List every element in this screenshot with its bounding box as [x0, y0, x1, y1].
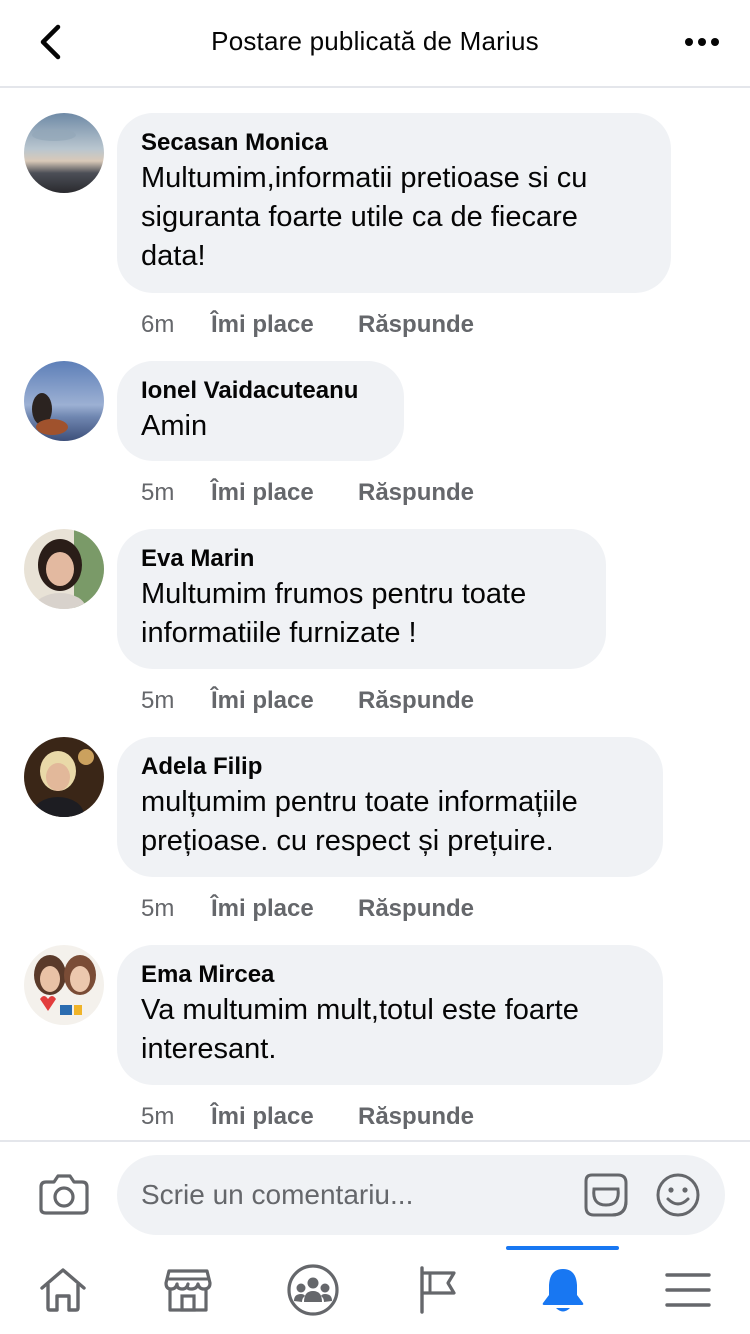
tab-notifications[interactable] — [500, 1246, 625, 1334]
comment-text-line: mulțumim pentru toate informațiile — [141, 786, 578, 818]
comment-bubble: Eva Marin Multumim frumos pentru toate i… — [117, 529, 606, 669]
groups-icon — [286, 1264, 339, 1316]
menu-icon — [664, 1273, 711, 1307]
comment-time: 5m — [141, 687, 175, 714]
comment-time: 5m — [141, 479, 175, 506]
like-button[interactable]: Îmi place — [211, 686, 358, 716]
comment-input[interactable]: Scrie un comentariu... — [117, 1155, 725, 1235]
comment-bubble: Adela Filip mulțumim pentru toate inform… — [117, 737, 663, 877]
comment-author[interactable]: Secasan Monica — [141, 127, 647, 159]
avatar[interactable] — [24, 737, 104, 817]
comment-time: 5m — [141, 895, 175, 922]
avatar[interactable] — [24, 529, 104, 609]
reply-button[interactable]: Răspunde — [358, 1102, 474, 1132]
more-horizontal-icon — [685, 38, 719, 46]
like-button[interactable]: Îmi place — [211, 1102, 358, 1132]
comment-composer: Scrie un comentariu... — [0, 1140, 750, 1246]
tab-pages[interactable] — [375, 1246, 500, 1334]
pages-flag-icon — [419, 1266, 456, 1314]
like-button[interactable]: Îmi place — [211, 310, 358, 340]
comment-text-line: siguranta foarte utile ca de fiecare — [141, 201, 578, 233]
comment-text-line: data! — [141, 240, 206, 272]
comment-meta: 6m Îmi place Răspunde — [141, 310, 474, 340]
comment-text-line: prețioase. cu respect și prețuire. — [141, 825, 554, 857]
tab-menu[interactable] — [625, 1246, 750, 1334]
gif-sticker-icon — [584, 1173, 628, 1217]
marketplace-icon — [163, 1269, 212, 1312]
tab-groups[interactable] — [250, 1246, 375, 1334]
comment-text-line: Multumim,informatii pretioase si cu — [141, 162, 588, 194]
emoji-button[interactable] — [654, 1171, 702, 1219]
comment-author[interactable]: Adela Filip — [141, 751, 639, 783]
comment-bubble: Secasan Monica Multumim,informatii preti… — [117, 113, 671, 293]
like-button[interactable]: Îmi place — [211, 894, 358, 924]
sticker-button[interactable] — [580, 1171, 632, 1219]
comment-meta: 5m Îmi place Răspunde — [141, 478, 474, 508]
reply-button[interactable]: Răspunde — [358, 894, 474, 924]
comment-author[interactable]: Eva Marin — [141, 543, 582, 575]
bell-icon — [542, 1269, 583, 1312]
reply-button[interactable]: Răspunde — [358, 478, 474, 508]
bottom-tab-bar — [0, 1246, 750, 1334]
page-title: Postare publicată de Marius — [211, 26, 539, 56]
comment-meta: 5m Îmi place Răspunde — [141, 894, 474, 924]
comment-text-line: informatiile furnizate ! — [141, 617, 417, 649]
avatar[interactable] — [24, 361, 104, 441]
tab-home[interactable] — [0, 1246, 125, 1334]
comment-bubble: Ema Mircea Va multumim mult,totul este f… — [117, 945, 663, 1085]
comment-text-line: Va multumim mult,totul este foarte — [141, 994, 579, 1026]
more-options-button[interactable] — [680, 22, 724, 62]
comment-meta: 5m Îmi place Răspunde — [141, 1102, 474, 1132]
home-icon — [39, 1268, 86, 1312]
comment-list: Secasan Monica Multumim,informatii preti… — [0, 88, 750, 1140]
avatar[interactable] — [24, 113, 104, 193]
camera-icon — [39, 1174, 89, 1215]
comment-author[interactable]: Ionel Vaidacuteanu — [141, 375, 380, 407]
like-button[interactable]: Îmi place — [211, 478, 358, 508]
emoji-icon — [656, 1173, 700, 1217]
top-bar: Postare publicată de Marius — [0, 0, 750, 88]
comment-text-line: interesant. — [141, 1033, 277, 1065]
comment-author[interactable]: Ema Mircea — [141, 959, 639, 991]
comment-text-line: Multumim frumos pentru toate — [141, 578, 527, 610]
camera-button[interactable] — [36, 1168, 92, 1220]
comment-input-placeholder: Scrie un comentariu... — [141, 1179, 414, 1210]
comment-meta: 5m Îmi place Răspunde — [141, 686, 474, 716]
comment-time: 6m — [141, 311, 175, 338]
avatar[interactable] — [24, 945, 104, 1025]
tab-marketplace[interactable] — [125, 1246, 250, 1334]
reply-button[interactable]: Răspunde — [358, 686, 474, 716]
reply-button[interactable]: Răspunde — [358, 310, 474, 340]
comment-time: 5m — [141, 1103, 175, 1130]
comment-bubble: Ionel Vaidacuteanu Amin — [117, 361, 404, 461]
comment-text-line: Amin — [141, 410, 208, 442]
